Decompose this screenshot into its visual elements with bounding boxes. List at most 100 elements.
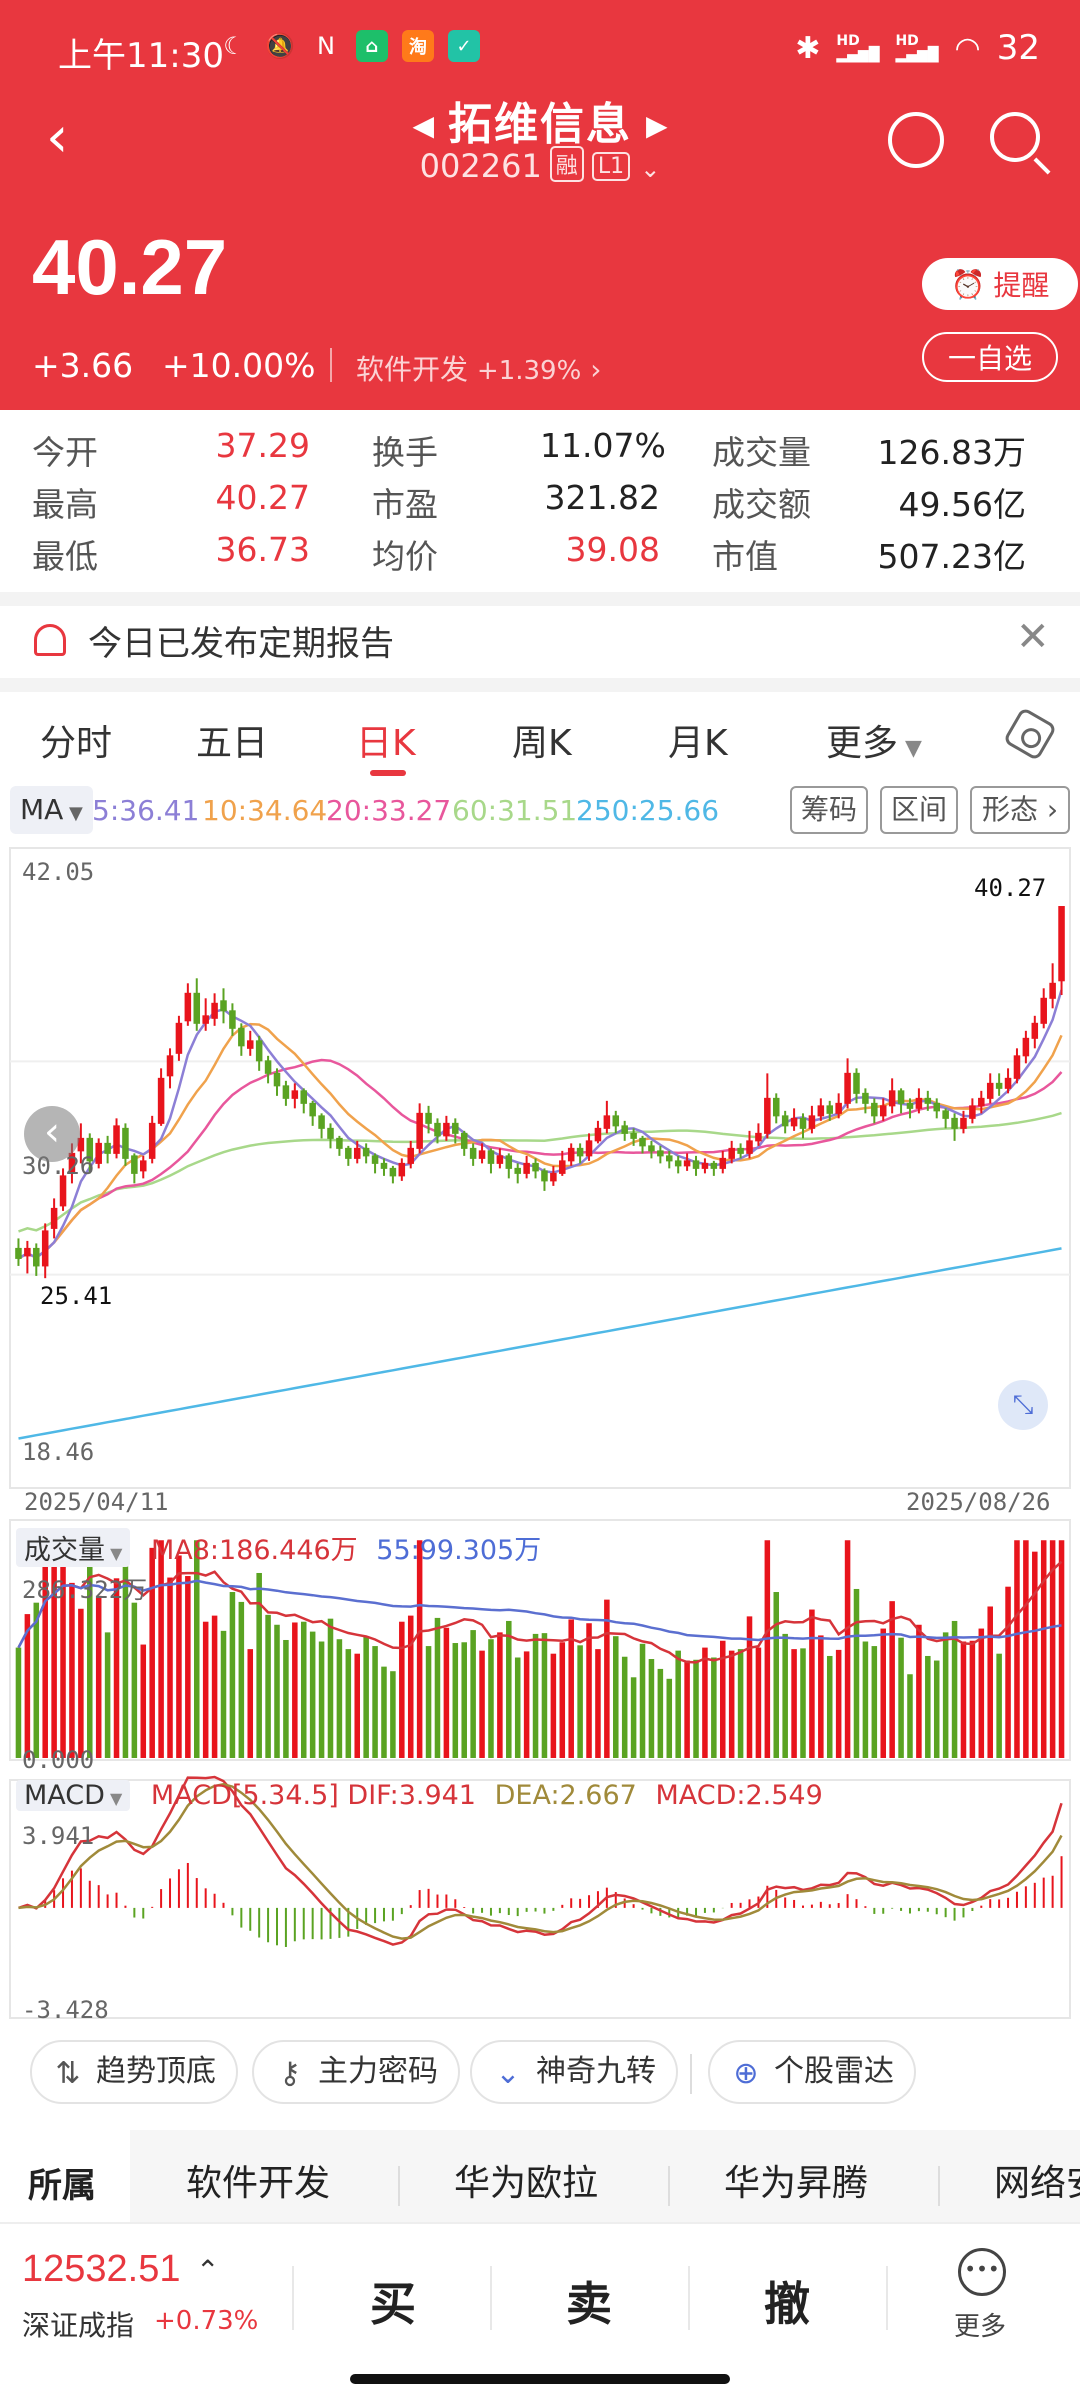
candle-body <box>559 1160 566 1174</box>
volume-bar <box>925 1655 931 1758</box>
shield-app-icon: ✓ <box>448 30 480 62</box>
magic-nine-button[interactable]: ⌄ 神奇九转 <box>470 2040 678 2104</box>
volume-bar <box>880 1628 887 1758</box>
app-notification-icon: ⌂ <box>356 30 388 62</box>
cancel-order-button[interactable]: 撤 <box>764 2268 810 2334</box>
tab-daily-k[interactable]: 日K <box>356 714 416 766</box>
stat-value: 11.07% <box>540 426 666 465</box>
report-banner[interactable]: 今日已发布定期报告 ✕ <box>0 606 1080 678</box>
main-force-button[interactable]: ⚷ 主力密码 <box>252 2040 460 2104</box>
chevron-down-icon: ⌄ <box>640 155 661 183</box>
candle-body <box>951 1117 958 1129</box>
divider <box>938 2166 940 2206</box>
pattern-button[interactable]: 形态 › <box>970 786 1070 834</box>
kline-chart[interactable] <box>0 840 1080 2036</box>
volume-bar <box>541 1633 548 1758</box>
candle-body <box>496 1155 504 1164</box>
volume-bar <box>470 1630 476 1758</box>
candle-body <box>211 1002 218 1019</box>
stock-code: 002261 <box>419 147 542 185</box>
tab-monthly-k[interactable]: 月K <box>668 714 728 766</box>
volume-bar <box>345 1649 352 1758</box>
volume-bar <box>916 1624 922 1758</box>
divider <box>330 348 332 382</box>
candle-body <box>692 1160 700 1169</box>
range-button[interactable]: 区间 <box>880 786 958 834</box>
volume-bar <box>399 1621 405 1758</box>
candle-body <box>380 1162 388 1169</box>
candle-body <box>353 1147 361 1159</box>
volume-bar <box>791 1649 797 1758</box>
settings-hexagon-icon[interactable] <box>1002 706 1058 762</box>
search-icon[interactable] <box>990 112 1040 162</box>
alarm-icon: ⏰ <box>950 267 986 301</box>
stat-label: 成交量 <box>712 433 811 472</box>
price-change: +3.66 <box>32 346 134 385</box>
divider <box>668 2166 670 2206</box>
volume-bar <box>327 1618 334 1758</box>
tab-weekly-k[interactable]: 周K <box>512 714 572 766</box>
chips-button[interactable]: 筹码 <box>790 786 868 834</box>
sector-tab-euler[interactable]: 华为欧拉 <box>454 2154 598 2206</box>
more-dots-icon[interactable]: ••• <box>958 2248 1006 2296</box>
buy-button[interactable]: 买 <box>370 2268 416 2334</box>
sell-button[interactable]: 卖 <box>566 2268 612 2334</box>
sector-tab-network[interactable]: 网络安 <box>994 2154 1080 2206</box>
stat-label: 今开 <box>32 433 98 472</box>
trend-top-bottom-button[interactable]: ⇅ 趋势顶底 <box>30 2040 238 2104</box>
candle-body <box>781 1115 789 1127</box>
ma-selector[interactable]: MA ▼ <box>10 786 93 834</box>
volume-bar <box>702 1647 708 1758</box>
candle-body <box>550 1172 557 1182</box>
stat-value: 40.27 <box>215 478 310 517</box>
sector-tab-software[interactable]: 软件开发 <box>186 2154 330 2206</box>
signal-icon-2: HD ▂▄▆█ <box>895 33 939 63</box>
index-value: 12532.51 <box>22 2248 181 2290</box>
fullscreen-icon[interactable]: ⤡ <box>998 1380 1048 1430</box>
volume-selector[interactable]: 成交量 ▼ <box>16 1528 131 1567</box>
volume-bar <box>131 1602 138 1758</box>
candle-body <box>567 1147 575 1162</box>
candle-body <box>674 1160 682 1167</box>
tab-more[interactable]: 更多 ▼ <box>826 714 922 766</box>
volume-bar <box>746 1616 753 1758</box>
remind-button[interactable]: ⏰ 提醒 <box>922 258 1078 310</box>
candle-body <box>621 1125 628 1134</box>
sector-pct: +1.39% <box>476 356 582 386</box>
volume-bar <box>800 1648 806 1758</box>
tool-label: 个股雷达 <box>774 2054 894 2089</box>
collapse-left-icon[interactable]: ‹ <box>24 1106 80 1162</box>
chart-period-tabs: 分时 五日 日K 周K 月K 更多 ▼ <box>0 692 1080 782</box>
sector-tab-first[interactable]: 所属 <box>0 2130 130 2222</box>
candle-body <box>790 1117 798 1127</box>
volume-bar <box>559 1642 566 1758</box>
refresh-icon[interactable] <box>888 112 944 168</box>
candle-body <box>995 1082 1003 1089</box>
volume-bar <box>425 1646 432 1758</box>
candle-body <box>728 1147 735 1159</box>
candle-body <box>505 1155 513 1169</box>
sector-tab-ascend[interactable]: 华为昇腾 <box>724 2154 868 2206</box>
volume-bar <box>604 1599 610 1758</box>
macd-selector[interactable]: MACD ▼ <box>16 1780 131 1811</box>
watchlist-button[interactable]: 一自选 <box>922 332 1058 382</box>
sector-link[interactable]: 软件开发 +1.39% › <box>356 348 601 388</box>
close-icon[interactable]: ✕ <box>1016 614 1050 660</box>
tab-intraday[interactable]: 分时 <box>40 714 112 766</box>
volume-bar <box>782 1633 788 1758</box>
next-stock-icon[interactable]: ▶ <box>646 109 668 142</box>
volume-ma8-line <box>17 1560 1063 1664</box>
volume-bar <box>167 1577 173 1758</box>
candle-body <box>719 1157 727 1169</box>
stock-radar-button[interactable]: ⊕ 个股雷达 <box>708 2040 916 2104</box>
candle-body <box>808 1115 816 1129</box>
tab-five-day[interactable]: 五日 <box>196 714 268 766</box>
candle-body <box>969 1105 976 1119</box>
index-change: +0.73% <box>154 2306 259 2336</box>
candle-body <box>238 1027 245 1047</box>
candle-body <box>416 1112 423 1149</box>
prev-stock-icon[interactable]: ◀ <box>412 109 434 142</box>
candle-body <box>755 1132 762 1142</box>
candle-body <box>630 1132 637 1139</box>
volume-bar <box>506 1620 512 1758</box>
